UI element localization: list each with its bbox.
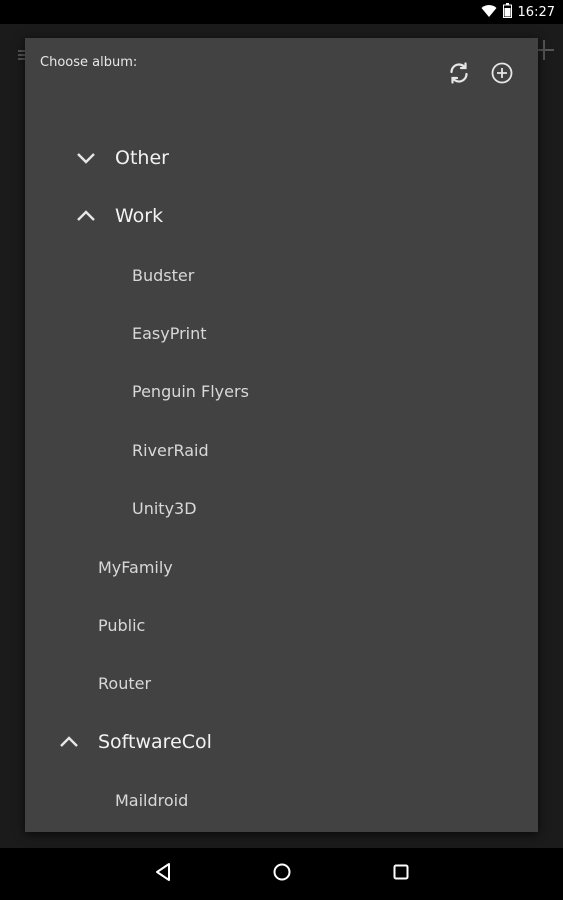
add-album-button[interactable]: [486, 59, 518, 91]
recents-icon: [392, 863, 410, 885]
tree-item-label: SoftwareCol: [98, 731, 212, 753]
battery-icon: [502, 3, 512, 22]
choose-album-dialog: Choose album: Other Work Budster EasyPri…: [25, 38, 538, 832]
status-bar: 16:27: [0, 0, 563, 24]
wifi-icon: [481, 3, 497, 22]
add-circle-icon: [490, 61, 514, 89]
tree-item-label: MyFamily: [98, 557, 173, 577]
tree-item-label: Other: [115, 147, 169, 169]
tree-item-label: Maildroid: [115, 790, 189, 810]
back-button[interactable]: [151, 862, 175, 886]
tree-item-label: Budster: [132, 265, 195, 285]
refresh-button[interactable]: [443, 59, 475, 91]
tree-item-riverraid[interactable]: RiverRaid: [25, 424, 538, 476]
tree-item-label: EasyPrint: [132, 323, 207, 343]
home-button[interactable]: [270, 862, 294, 886]
dialog-title: Choose album:: [40, 55, 138, 70]
tree-item-label: Work: [115, 205, 164, 227]
home-icon: [272, 862, 292, 886]
tree-item-budster[interactable]: Budster: [25, 249, 538, 301]
tree-item-myfamily[interactable]: MyFamily: [25, 541, 538, 593]
chevron-up-icon[interactable]: [57, 730, 81, 754]
status-time: 16:27: [517, 5, 555, 20]
tree-item-work[interactable]: Work: [25, 190, 538, 242]
tree-item-maildroid[interactable]: Maildroid: [25, 774, 538, 826]
back-icon: [154, 862, 172, 886]
chevron-up-icon[interactable]: [74, 204, 98, 228]
recents-button[interactable]: [389, 862, 413, 886]
tree-item-other[interactable]: Other: [25, 132, 538, 184]
tree-item-label: Penguin Flyers: [132, 381, 249, 401]
tree-item-label: Router: [98, 673, 152, 693]
tree-item-label: Public: [98, 615, 146, 635]
tree-item-unity3d[interactable]: Unity3D: [25, 482, 538, 534]
tree-item-easyprint[interactable]: EasyPrint: [25, 307, 538, 359]
chevron-down-icon[interactable]: [74, 146, 98, 170]
tree-item-router[interactable]: Router: [25, 657, 538, 709]
refresh-icon: [447, 61, 471, 89]
navigation-bar: [0, 848, 563, 900]
tree-item-softwarecol[interactable]: SoftwareCol: [25, 716, 538, 768]
status-icons: 16:27: [481, 3, 555, 22]
tree-item-penguin-flyers[interactable]: Penguin Flyers: [25, 365, 538, 417]
tree-item-label: RiverRaid: [132, 440, 209, 460]
tree-item-label: Unity3D: [132, 498, 197, 518]
tree-item-public[interactable]: Public: [25, 599, 538, 651]
